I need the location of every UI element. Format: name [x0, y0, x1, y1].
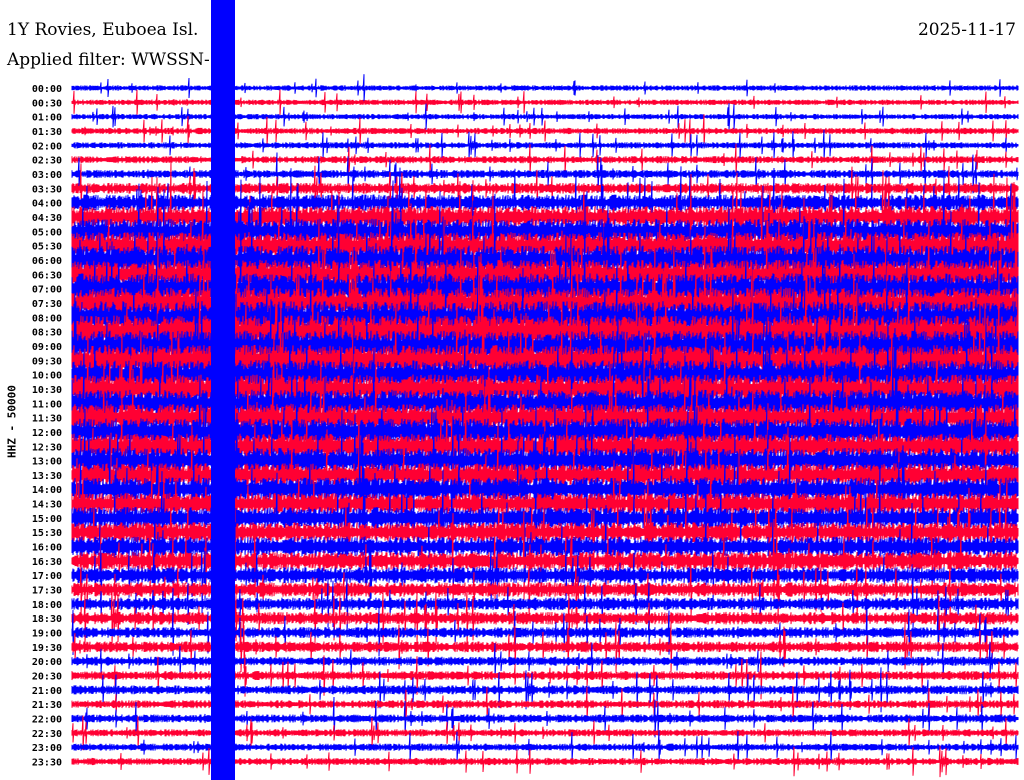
row-label: 15:00 [32, 514, 62, 525]
row-label: 00:00 [32, 84, 62, 95]
row-label: 04:00 [32, 199, 62, 210]
row-label: 18:30 [32, 614, 62, 625]
row-label: 17:30 [32, 586, 62, 597]
row-label: 03:00 [32, 170, 62, 181]
row-label: 16:30 [32, 557, 62, 568]
row-label: 12:30 [32, 442, 62, 453]
row-label: 16:00 [32, 543, 62, 554]
row-label: 01:30 [32, 127, 62, 138]
helicorder-plot: 00:00 00:30 01:00 01:30 02:00 02:30 03:00 03:30… [32, 0, 1019, 780]
row-label: 02:00 [32, 141, 62, 152]
row-label: 00:30 [32, 98, 62, 109]
row-label: 05:30 [32, 242, 62, 253]
row-label: 05:00 [32, 227, 62, 238]
traces [71, 0, 1019, 780]
row-label: 08:30 [32, 328, 62, 339]
row-label: 06:00 [32, 256, 62, 267]
row-label: 22:30 [32, 729, 62, 740]
row-label: 23:00 [32, 743, 62, 754]
row-label: 18:00 [32, 600, 62, 611]
row-label: 15:30 [32, 528, 62, 539]
row-label: 19:30 [32, 643, 62, 654]
row-label: 08:00 [32, 313, 62, 324]
row-label: 10:00 [32, 371, 62, 382]
row-label: 01:00 [32, 113, 62, 124]
row-label: 11:00 [32, 399, 62, 410]
row-label: 09:30 [32, 356, 62, 367]
row-label: 21:30 [32, 700, 62, 711]
row-label: 20:00 [32, 657, 62, 668]
row-label: 14:00 [32, 485, 62, 496]
row-labels: 00:00 00:30 01:00 01:30 02:00 02:30 03:00 03:30… [32, 84, 62, 769]
row-label: 09:00 [32, 342, 62, 353]
row-label: 04:30 [32, 213, 62, 224]
seismic-event-band [211, 0, 235, 780]
row-label: 23:30 [32, 758, 62, 769]
row-label: 02:30 [32, 156, 62, 167]
row-label: 13:30 [32, 471, 62, 482]
row-label: 21:00 [32, 686, 62, 697]
row-label: 06:30 [32, 270, 62, 281]
row-label: 03:30 [32, 184, 62, 195]
row-label: 07:00 [32, 285, 62, 296]
row-label: 20:30 [32, 672, 62, 683]
row-label: 17:00 [32, 571, 62, 582]
row-label: 10:30 [32, 385, 62, 396]
row-label: 12:00 [32, 428, 62, 439]
row-label: 07:30 [32, 299, 62, 310]
row-label: 14:30 [32, 500, 62, 511]
row-label: 19:00 [32, 629, 62, 640]
row-label: 13:00 [32, 457, 62, 468]
row-label: 11:30 [32, 414, 62, 425]
row-label: 22:00 [32, 715, 62, 726]
